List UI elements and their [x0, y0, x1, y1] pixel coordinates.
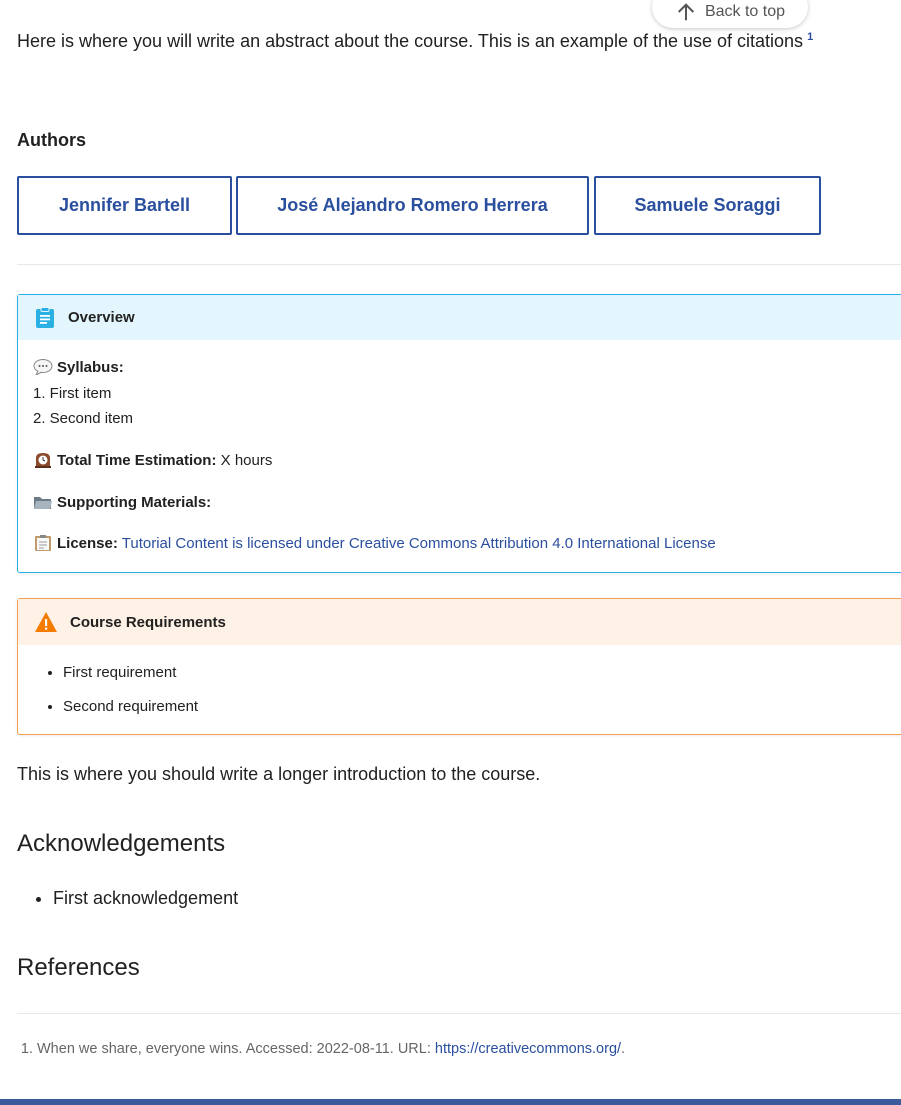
supporting-materials: Supporting Materials: — [33, 493, 211, 513]
requirements-admonition: Course Requirements First requirement Se… — [17, 598, 901, 735]
authors-heading: Authors — [17, 130, 86, 150]
materials-label: Supporting Materials: — [57, 494, 212, 511]
license-label: License: — [57, 535, 118, 552]
divider — [17, 1013, 901, 1014]
authors-list: Jennifer Bartell José Alejandro Romero H… — [17, 176, 821, 235]
author-button[interactable]: Samuele Soraggi — [594, 176, 821, 235]
syllabus-label: Syllabus: — [57, 359, 124, 376]
time-value: X hours — [220, 452, 273, 469]
author-button[interactable]: Jennifer Bartell — [17, 176, 232, 235]
license-line: License: Tutorial Content is licensed un… — [33, 534, 716, 554]
clock-icon — [33, 452, 53, 468]
citation-link[interactable]: 1 — [807, 31, 813, 43]
time-estimation: Total Time Estimation: X hours — [33, 451, 272, 471]
folder-icon — [33, 494, 53, 510]
overview-header: Overview — [18, 295, 901, 340]
abstract: Here is where you will write an abstract… — [17, 29, 813, 53]
back-to-top-button[interactable]: Back to top — [652, 0, 808, 28]
back-to-top-label: Back to top — [704, 3, 786, 20]
license-link[interactable]: Tutorial Content is licensed under Creat… — [122, 535, 716, 552]
list-item: First requirement — [63, 659, 198, 693]
time-label: Total Time Estimation: — [57, 452, 217, 469]
reference-text: When we share, everyone wins. Accessed: … — [37, 1041, 435, 1057]
overview-title: Overview — [68, 309, 135, 326]
introduction-text: This is where you should write a longer … — [17, 764, 541, 784]
syllabus-item: 1. First item — [33, 385, 112, 402]
speech-bubble-icon — [33, 359, 53, 377]
syllabus-label-line: Syllabus: — [33, 358, 124, 378]
overview-admonition: Overview Syllabus: 1. First item 2. Seco… — [17, 294, 901, 573]
arrow-up-icon — [677, 3, 695, 21]
acknowledgements-heading: Acknowledgements — [17, 830, 226, 857]
reference-link[interactable]: https://creativecommons.org/ — [435, 1041, 621, 1057]
references-list: When we share, everyone wins. Accessed: … — [17, 1038, 625, 1060]
warning-icon — [35, 612, 57, 632]
clipboard-emoji-icon — [33, 535, 53, 551]
divider — [17, 264, 901, 265]
reference-trail: . — [621, 1041, 626, 1057]
reference-item: When we share, everyone wins. Accessed: … — [37, 1038, 625, 1060]
references-heading: References — [17, 954, 140, 981]
requirements-title: Course Requirements — [70, 613, 226, 631]
requirements-list: First requirement Second requirement — [18, 659, 198, 727]
footer-bar — [0, 1099, 901, 1105]
list-item: Second requirement — [63, 693, 198, 727]
list-item: First acknowledgement — [53, 885, 238, 911]
clipboard-icon — [36, 306, 54, 328]
syllabus-item: 2. Second item — [33, 410, 134, 427]
abstract-text: Here is where you will write an abstract… — [17, 31, 804, 51]
acknowledgements-list: First acknowledgement — [17, 885, 238, 911]
author-button[interactable]: José Alejandro Romero Herrera — [236, 176, 589, 235]
requirements-header: Course Requirements — [18, 599, 901, 645]
